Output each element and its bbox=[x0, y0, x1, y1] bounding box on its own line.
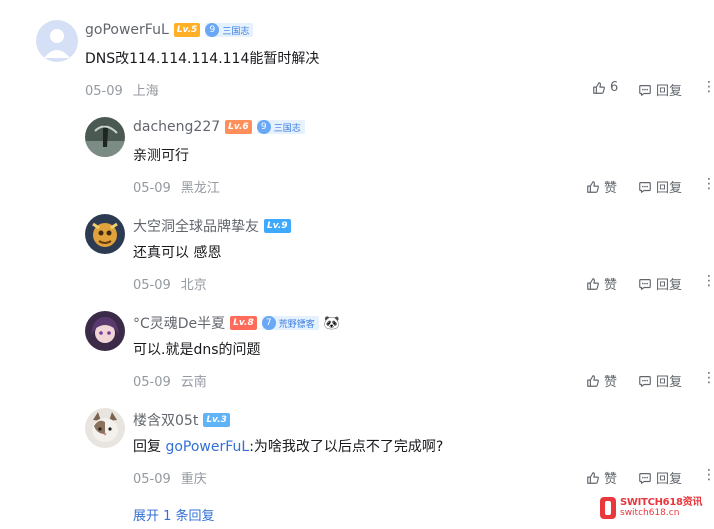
comment-text: 可以.就是dns的问题 bbox=[133, 342, 261, 358]
reply-icon bbox=[639, 84, 651, 96]
fan-medal[interactable]: 9 三国志 bbox=[205, 23, 254, 37]
reply-button[interactable]: 回复 bbox=[638, 468, 682, 487]
like-button[interactable]: 赞 bbox=[586, 468, 617, 487]
watermark-title: SWITCH618资讯 bbox=[620, 497, 703, 508]
comment-date: 05-09 bbox=[133, 181, 171, 196]
username[interactable]: 大空洞全球品牌挚友 bbox=[133, 216, 259, 236]
comment-text: 还真可以 感恩 bbox=[133, 245, 222, 261]
comment-date: 05-09 bbox=[133, 278, 171, 293]
mention-link[interactable]: goPowerFuL bbox=[165, 439, 249, 455]
avatar[interactable] bbox=[85, 311, 125, 351]
switch-logo-icon bbox=[600, 497, 616, 519]
thumbs-up-icon bbox=[587, 471, 599, 484]
comment-body: :为啥我改了以后点不了完成啊? bbox=[249, 439, 444, 455]
expand-replies-link[interactable]: 展开 1 条回复 bbox=[133, 505, 215, 524]
username[interactable]: dacheng227 bbox=[133, 119, 220, 135]
like-button[interactable]: 赞 bbox=[586, 371, 617, 390]
like-button[interactable]: 6 bbox=[592, 80, 618, 95]
level-badge: Lv.8 bbox=[230, 316, 257, 330]
avatar[interactable] bbox=[85, 408, 125, 448]
comment-location: 黑龙江 bbox=[180, 181, 220, 196]
username[interactable]: goPowerFuL bbox=[85, 22, 169, 38]
level-badge: Lv.3 bbox=[203, 413, 230, 427]
like-label: 赞 bbox=[604, 472, 618, 487]
reply-label: 回复 bbox=[656, 181, 683, 196]
avatar[interactable] bbox=[85, 117, 125, 157]
watermark-url: switch618.cn bbox=[620, 508, 680, 518]
fan-medal[interactable]: 9 三国志 bbox=[256, 120, 305, 134]
level-badge: Lv.9 bbox=[264, 219, 291, 233]
reply-button[interactable]: 回复 bbox=[638, 177, 682, 196]
reply-icon bbox=[639, 278, 651, 290]
thumbs-up-icon bbox=[587, 374, 599, 387]
thumbs-up-icon bbox=[593, 81, 605, 94]
like-button[interactable]: 赞 bbox=[586, 177, 617, 196]
like-label: 赞 bbox=[604, 181, 618, 196]
level-badge: Lv.6 bbox=[225, 120, 252, 134]
comment-date: 05-09 bbox=[133, 375, 171, 390]
like-count: 6 bbox=[610, 80, 619, 95]
more-options-icon[interactable]: ⋮ bbox=[702, 273, 714, 289]
username[interactable]: 楼含双05t bbox=[133, 410, 198, 430]
medal-level: 9 bbox=[205, 23, 220, 37]
like-label: 赞 bbox=[604, 375, 618, 390]
reply-prefix: 回复 bbox=[133, 439, 161, 455]
comment-text: 亲测可行 bbox=[133, 148, 189, 164]
thumbs-up-icon bbox=[587, 277, 599, 290]
reply-icon bbox=[639, 472, 651, 484]
more-options-icon[interactable]: ⋮ bbox=[702, 176, 714, 192]
more-options-icon[interactable]: ⋮ bbox=[702, 370, 714, 386]
reply-label: 回复 bbox=[656, 375, 683, 390]
medal-level: 9 bbox=[256, 120, 271, 134]
watermark: SWITCH618资讯 switch618.cn bbox=[600, 497, 702, 519]
fan-medal[interactable]: 7 荒野镖客 bbox=[261, 316, 319, 330]
comment-date: 05-09 bbox=[133, 472, 171, 487]
avatar[interactable] bbox=[36, 20, 78, 62]
comment-location: 上海 bbox=[132, 84, 159, 99]
comment-location: 重庆 bbox=[180, 472, 207, 487]
reply-label: 回复 bbox=[656, 472, 683, 487]
username[interactable]: °C灵魂De半夏 bbox=[133, 313, 225, 333]
comment-text: DNS改114.114.114.114能暂时解决 bbox=[85, 51, 320, 67]
medal-label: 三国志 bbox=[273, 123, 301, 134]
like-label: 赞 bbox=[604, 278, 618, 293]
reply-button[interactable]: 回复 bbox=[638, 371, 682, 390]
level-badge: Lv.5 bbox=[173, 23, 201, 37]
avatar[interactable] bbox=[85, 214, 125, 254]
reply-icon bbox=[639, 375, 651, 387]
like-button[interactable]: 赞 bbox=[586, 274, 617, 293]
medal-level: 7 bbox=[261, 316, 276, 330]
decoration-badge-icon: 🐼 bbox=[323, 315, 340, 331]
reply-icon bbox=[639, 181, 651, 193]
comment-text: 回复 goPowerFuL:为啥我改了以后点不了完成啊? bbox=[133, 436, 443, 456]
reply-label: 回复 bbox=[656, 278, 683, 293]
comment-date: 05-09 bbox=[85, 84, 123, 99]
reply-button[interactable]: 回复 bbox=[638, 80, 682, 99]
comment-location: 北京 bbox=[180, 278, 207, 293]
comment-location: 云南 bbox=[180, 375, 207, 390]
more-options-icon[interactable]: ⋮ bbox=[702, 79, 714, 95]
reply-button[interactable]: 回复 bbox=[638, 274, 682, 293]
medal-label: 荒野镖客 bbox=[278, 319, 315, 330]
more-options-icon[interactable]: ⋮ bbox=[702, 467, 714, 483]
medal-label: 三国志 bbox=[222, 26, 250, 37]
reply-label: 回复 bbox=[656, 84, 683, 99]
thumbs-up-icon bbox=[587, 180, 599, 193]
